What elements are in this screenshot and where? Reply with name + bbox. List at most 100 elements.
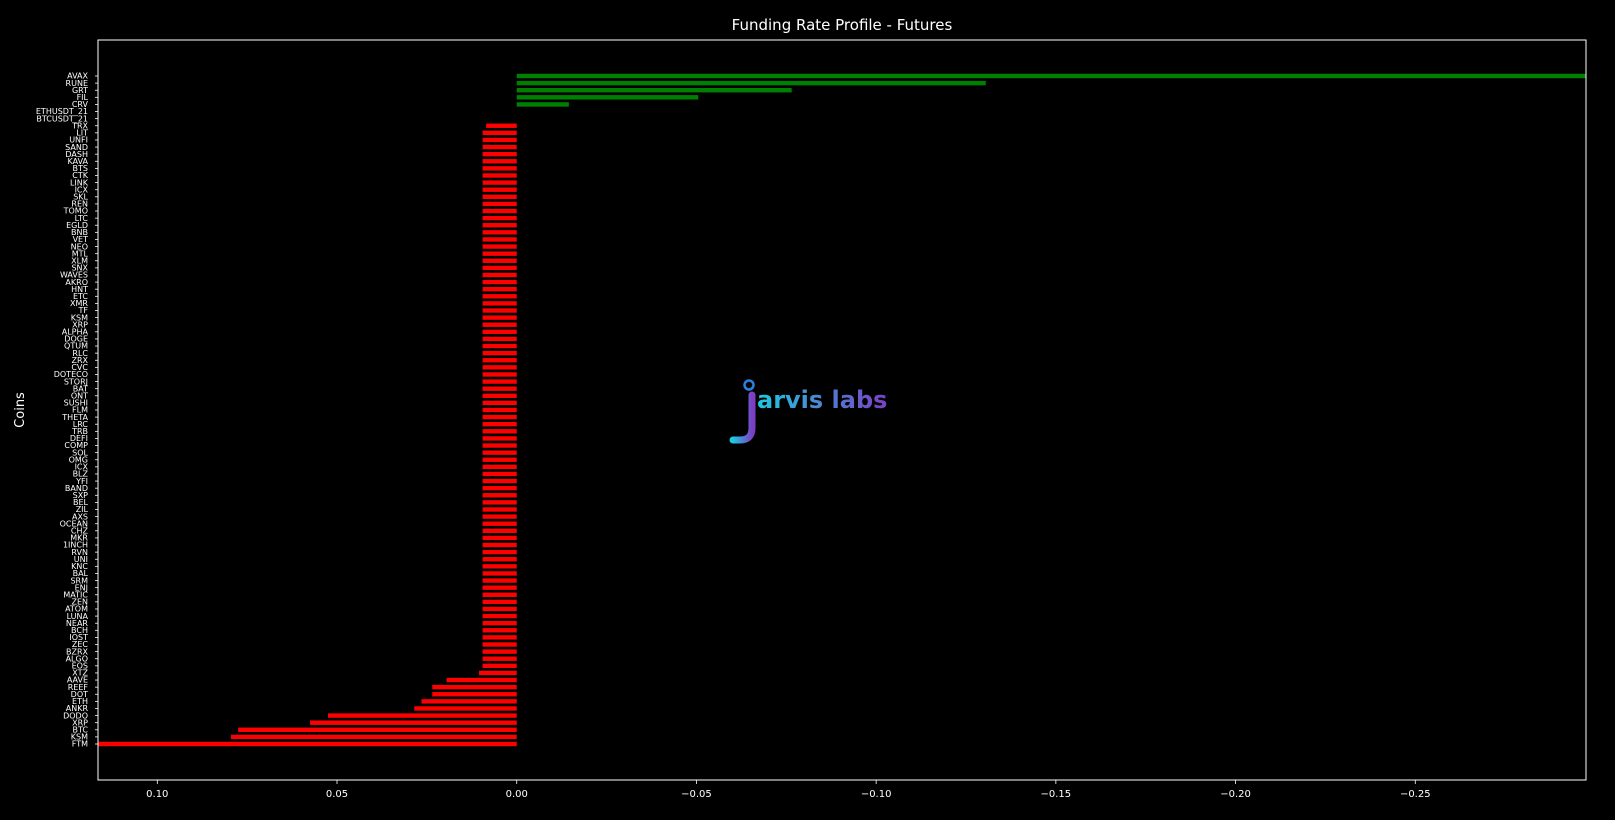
bar-near xyxy=(482,620,517,626)
bar-axs xyxy=(482,514,517,519)
bar-rlc xyxy=(482,350,517,356)
bar-storj xyxy=(482,379,517,384)
bar-neo xyxy=(482,244,517,249)
bar-trx xyxy=(486,123,517,128)
bar-rune xyxy=(516,80,986,86)
bar-crv xyxy=(516,102,569,107)
bar-reef xyxy=(432,684,517,690)
bar-ankr xyxy=(414,706,517,711)
bar-bts xyxy=(482,166,517,171)
bar-omg xyxy=(482,457,517,462)
bar-avax xyxy=(516,73,1586,79)
bar-kava xyxy=(482,159,517,164)
bar-knc xyxy=(482,564,517,569)
bar-iost xyxy=(482,635,517,640)
bar-xmr xyxy=(482,301,517,306)
bar-bnb xyxy=(482,230,517,235)
bar-blz xyxy=(482,471,517,477)
bar-ftm xyxy=(98,741,517,747)
bar-bel xyxy=(482,500,517,505)
bar-icx xyxy=(482,187,517,192)
bar-comp xyxy=(482,443,517,448)
bar-ctk xyxy=(482,173,517,178)
bar-atom xyxy=(482,606,517,612)
bar-zrx xyxy=(482,358,517,363)
funding-rate-chart: Funding Rate Profile - Futures Coins AVA… xyxy=(0,0,1615,820)
bar-waves xyxy=(482,272,517,278)
bar-band xyxy=(482,485,517,491)
bar-dash xyxy=(482,151,517,157)
bar-mtl xyxy=(482,251,517,256)
bar-bzrx xyxy=(482,649,517,654)
bar-zil xyxy=(482,507,517,512)
bar-eos xyxy=(482,663,517,669)
bar-ocean xyxy=(482,521,517,526)
bar-trb xyxy=(482,429,517,434)
x-tick-label: 0.05 xyxy=(326,789,348,800)
bar-doteco xyxy=(482,372,517,377)
bar-lrc xyxy=(482,422,517,427)
bar-grt xyxy=(516,88,792,93)
bar-sushi xyxy=(482,400,517,406)
bar-bal xyxy=(482,571,517,576)
bar-etc xyxy=(482,294,517,299)
y-axis-label: Coins xyxy=(13,392,28,428)
chart-title: Funding Rate Profile - Futures xyxy=(732,16,953,34)
x-tick-label: −0.15 xyxy=(1041,789,1072,800)
bar-rvn xyxy=(482,549,517,555)
bar-bch xyxy=(482,628,517,633)
bar-btc xyxy=(238,727,517,732)
bar-ksm2 xyxy=(230,734,517,740)
bar-doge xyxy=(482,336,517,342)
bar-vet xyxy=(482,237,517,242)
bar-zen xyxy=(482,599,517,605)
bar-srm xyxy=(482,578,517,583)
bar-ksm xyxy=(482,315,517,320)
bar-tf xyxy=(482,308,517,313)
bar-skl xyxy=(482,194,517,200)
bar-fil xyxy=(516,95,699,100)
bar-unfi xyxy=(482,137,517,143)
bar-sol xyxy=(482,450,517,455)
bar-mkr xyxy=(482,535,517,541)
bar-sxp xyxy=(482,493,517,498)
bar-1inch xyxy=(482,542,517,548)
x-tick-label: 0.00 xyxy=(506,789,528,800)
bar-aave xyxy=(446,677,517,683)
bar-tomo xyxy=(482,208,517,214)
bar-xlm xyxy=(482,258,517,263)
bar-ren xyxy=(482,201,517,207)
y-tick-label: FTM xyxy=(72,740,88,749)
bar-theta xyxy=(482,414,517,420)
bar-enj xyxy=(482,585,517,590)
bar-lit xyxy=(482,130,517,136)
bar-egld xyxy=(482,223,517,228)
x-tick-label: −0.25 xyxy=(1400,789,1431,800)
bar-flm xyxy=(482,407,517,413)
bar-ltc xyxy=(482,215,517,221)
bar-qtum xyxy=(482,343,517,349)
bar-xrp xyxy=(482,322,517,327)
bar-link xyxy=(482,180,517,185)
bar-sand xyxy=(482,144,517,150)
bar-alpha xyxy=(482,329,517,335)
bar-luna xyxy=(482,613,517,619)
bar-zec xyxy=(482,642,517,647)
bar-cvc xyxy=(482,365,517,370)
bar-akro xyxy=(482,279,517,285)
bar-dot xyxy=(432,692,517,697)
x-tick-label: −0.10 xyxy=(861,789,892,800)
bar-hnt xyxy=(482,286,517,292)
bar-bat xyxy=(482,386,517,391)
bar-algo xyxy=(482,656,517,661)
bar-chz xyxy=(482,528,517,534)
x-tick-label: −0.05 xyxy=(681,789,712,800)
bar-eth xyxy=(421,699,517,704)
bar-xtz xyxy=(478,670,517,676)
bar-icx2 xyxy=(482,464,517,470)
bar-dodo xyxy=(328,713,517,718)
logo-wordmark: arvis labs xyxy=(757,386,887,414)
bar-defi xyxy=(482,436,517,441)
bar-snx xyxy=(482,265,517,271)
bar-uni xyxy=(482,557,517,562)
